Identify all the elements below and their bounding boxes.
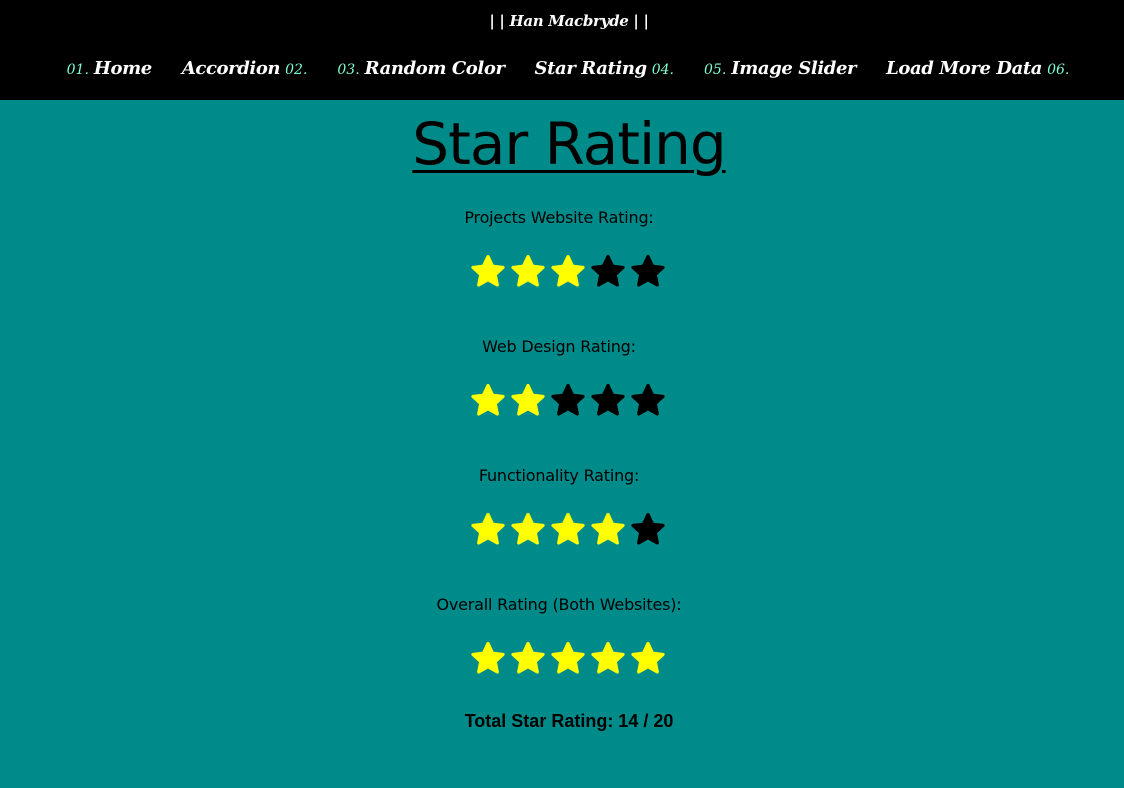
rating-label: Overall Rating (Both Websites):	[436, 595, 682, 614]
rating-projects-website: Projects Website Rating:	[0, 208, 1118, 227]
nav-number: 01.	[66, 62, 89, 78]
nav-number: 02.	[285, 62, 308, 78]
star-row	[469, 640, 667, 678]
nav-label[interactable]: Random Color	[365, 58, 505, 79]
page-title: Star Rating	[412, 110, 726, 178]
star-filled-icon[interactable]	[589, 511, 627, 549]
top-navbar: | | Han Macbryde | | 01. Home Accordion …	[0, 0, 1124, 100]
star-filled-icon[interactable]	[469, 253, 507, 291]
star-empty-icon[interactable]	[629, 382, 667, 420]
star-filled-icon[interactable]	[469, 511, 507, 549]
nav-number: 05.	[704, 62, 727, 78]
star-filled-icon[interactable]	[549, 640, 587, 678]
nav-label[interactable]: Home	[94, 58, 152, 79]
nav-item-load-more-data[interactable]: Load More Data 06.	[886, 58, 1069, 79]
star-row	[469, 382, 667, 420]
star-row	[469, 511, 667, 549]
rating-web-design: Web Design Rating:	[0, 337, 1118, 356]
nav-number: 06.	[1047, 62, 1070, 78]
star-filled-icon[interactable]	[469, 382, 507, 420]
star-filled-icon[interactable]	[509, 640, 547, 678]
nav-label[interactable]: Star Rating	[535, 58, 648, 79]
rating-label: Web Design Rating:	[482, 337, 636, 356]
main-nav: 01. Home Accordion 02. 03. Random Color …	[0, 58, 1124, 79]
nav-label[interactable]: Load More Data	[886, 58, 1042, 79]
star-empty-icon[interactable]	[629, 253, 667, 291]
nav-number: 04.	[651, 62, 674, 78]
rating-overall: Overall Rating (Both Websites):	[0, 595, 1118, 614]
star-filled-icon[interactable]	[469, 640, 507, 678]
nav-item-random-color[interactable]: 03. Random Color	[337, 58, 505, 79]
nav-item-star-rating[interactable]: Star Rating 04.	[535, 58, 674, 79]
star-empty-icon[interactable]	[589, 253, 627, 291]
star-filled-icon[interactable]	[509, 253, 547, 291]
star-empty-icon[interactable]	[549, 382, 587, 420]
star-filled-icon[interactable]	[629, 640, 667, 678]
star-filled-icon[interactable]	[549, 511, 587, 549]
rating-label: Functionality Rating:	[478, 466, 640, 485]
site-brand: | | Han Macbryde | |	[489, 12, 649, 30]
rating-functionality: Functionality Rating:	[0, 466, 1118, 485]
star-empty-icon[interactable]	[589, 382, 627, 420]
nav-item-home[interactable]: 01. Home	[66, 58, 153, 79]
star-empty-icon[interactable]	[629, 511, 667, 549]
nav-label[interactable]: Accordion	[182, 58, 281, 79]
star-filled-icon[interactable]	[549, 253, 587, 291]
rating-label: Projects Website Rating:	[464, 208, 654, 227]
nav-number: 03.	[337, 62, 360, 78]
star-filled-icon[interactable]	[589, 640, 627, 678]
star-filled-icon[interactable]	[509, 382, 547, 420]
total-star-rating: Total Star Rating: 14 / 20	[464, 711, 674, 731]
star-row	[469, 253, 667, 291]
nav-label[interactable]: Image Slider	[731, 58, 856, 79]
star-filled-icon[interactable]	[509, 511, 547, 549]
nav-item-accordion[interactable]: Accordion 02.	[182, 58, 308, 79]
nav-item-image-slider[interactable]: 05. Image Slider	[704, 58, 857, 79]
